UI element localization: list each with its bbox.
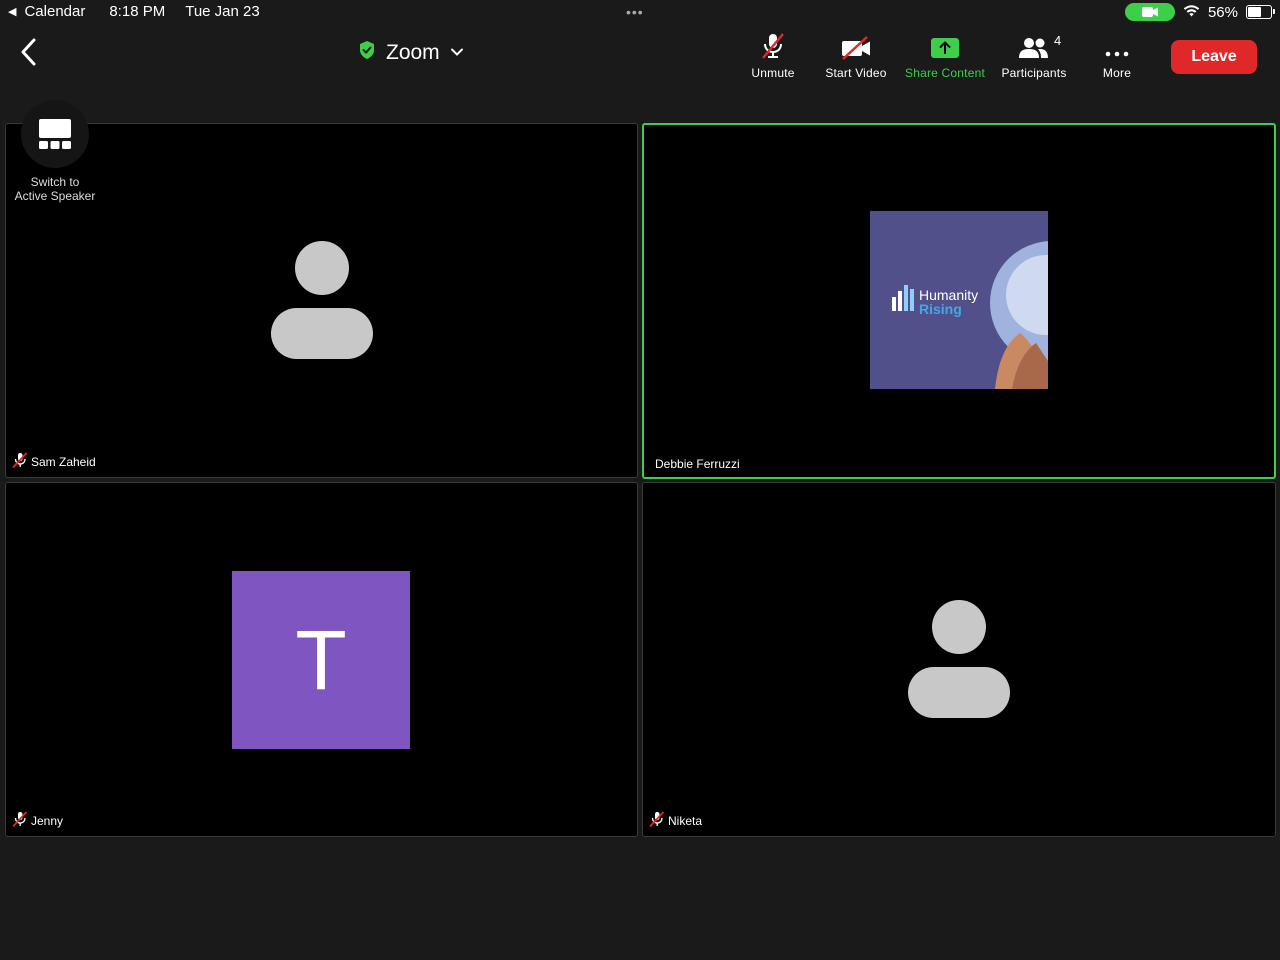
switch-speaker-label: Switch to Active Speaker [0, 175, 110, 203]
muted-mic-icon [649, 811, 665, 830]
status-bar: ◀ Calendar 8:18 PM Tue Jan 23 ••• 56% [0, 0, 1280, 24]
participant-name-tag: Sam Zaheid [12, 452, 96, 471]
participant-name: Debbie Ferruzzi [655, 457, 740, 471]
back-app-label[interactable]: Calendar [24, 3, 85, 20]
participant-name: Jenny [31, 813, 64, 828]
video-off-icon [840, 32, 872, 60]
participants-label: Participants [1001, 66, 1067, 80]
status-time: 8:18 PM [109, 3, 166, 20]
unmute-label: Unmute [751, 66, 795, 80]
video-tile-jenny[interactable]: T Jenny [5, 482, 638, 837]
muted-mic-icon [12, 452, 28, 471]
status-bar-left: ◀ Calendar 8:18 PM Tue Jan 23 [8, 3, 260, 20]
participant-name: Sam Zaheid [31, 454, 96, 469]
person-avatar-icon [908, 600, 1010, 718]
meeting-toolbar: Zoom Unmute Start Video Share Content Pa… [0, 24, 1280, 94]
participant-name: Niketa [668, 813, 703, 828]
start-video-button[interactable]: Start Video [811, 32, 901, 80]
video-tile-niketa[interactable]: Niketa [642, 482, 1276, 837]
leave-button[interactable]: Leave [1171, 40, 1257, 74]
participant-name-tag: Jenny [12, 811, 63, 830]
participants-count: 4 [1054, 33, 1062, 48]
status-bar-right: 56% [1124, 3, 1275, 21]
participants-icon [1018, 32, 1050, 60]
video-tile-debbie[interactable]: Humanity Rising Debbie Ferruzzi [642, 123, 1276, 479]
avatar-letter: T [295, 612, 347, 707]
back-to-app-icon[interactable]: ◀ [8, 5, 16, 18]
switch-speaker-line2: Active Speaker [14, 189, 96, 203]
start-video-label: Start Video [825, 66, 887, 80]
unmute-button[interactable]: Unmute [728, 32, 818, 80]
active-speaker-layout-icon [21, 100, 89, 168]
muted-mic-icon [760, 32, 786, 60]
meeting-title-label: Zoom [386, 40, 440, 64]
camera-in-use-icon [1124, 3, 1175, 21]
wifi-icon [1183, 4, 1200, 21]
battery-icon [1246, 5, 1275, 19]
switch-to-active-speaker-button[interactable]: Switch to Active Speaker [0, 100, 110, 203]
more-dots-icon [1103, 32, 1131, 60]
back-chevron-icon[interactable] [16, 36, 44, 68]
shield-check-icon [358, 40, 376, 65]
share-content-label: Share Content [905, 66, 985, 80]
switch-speaker-line1: Switch to [30, 175, 80, 189]
person-avatar-icon [271, 241, 373, 359]
share-content-button[interactable]: Share Content [900, 32, 990, 80]
chevron-down-icon [450, 44, 464, 62]
participant-name-tag: Debbie Ferruzzi [655, 457, 740, 471]
participants-button[interactable]: Participants [989, 32, 1079, 80]
share-arrow-icon [930, 32, 960, 60]
status-date: Tue Jan 23 [185, 3, 260, 20]
letter-avatar: T [232, 571, 410, 749]
muted-mic-icon [12, 811, 28, 830]
logo-text-rising: Rising [919, 301, 962, 317]
participant-name-tag: Niketa [649, 811, 702, 830]
meeting-title[interactable]: Zoom [358, 40, 464, 65]
more-label: More [1102, 66, 1132, 80]
humanity-rising-profile-image: Humanity Rising [870, 211, 1048, 389]
multitasking-dots-icon[interactable]: ••• [626, 4, 644, 20]
battery-percent: 56% [1207, 3, 1238, 21]
more-button[interactable]: More [1072, 32, 1162, 80]
